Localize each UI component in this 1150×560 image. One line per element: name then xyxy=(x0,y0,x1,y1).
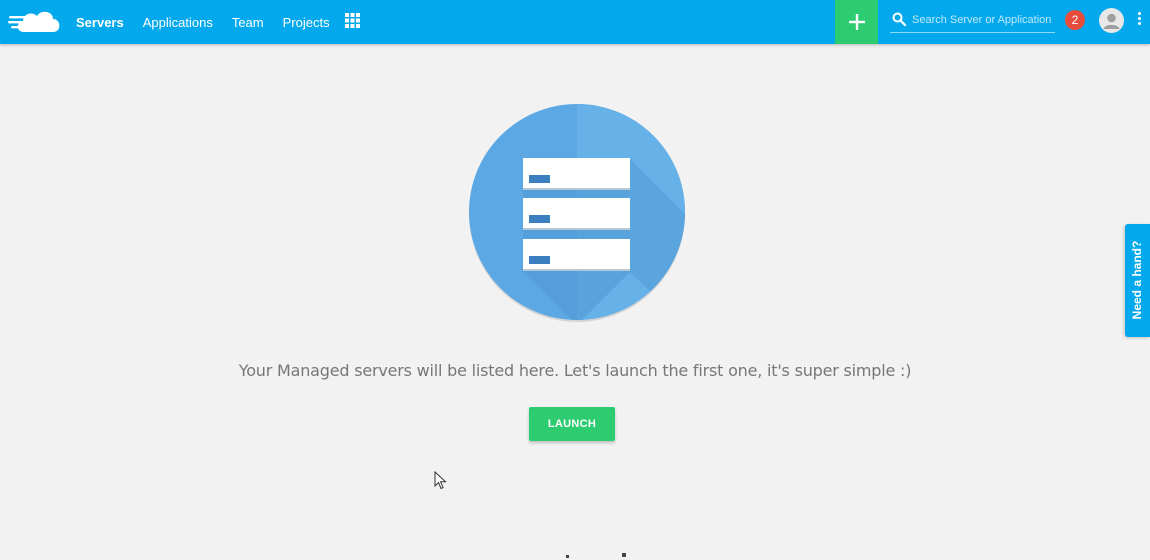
search-input[interactable] xyxy=(912,9,1052,31)
add-button[interactable] xyxy=(835,0,878,44)
kebab-menu-icon[interactable] xyxy=(1135,12,1143,30)
nav-applications[interactable]: Applications xyxy=(143,15,213,30)
main-nav: Servers Applications Team Projects xyxy=(76,0,349,44)
grid-icon[interactable] xyxy=(345,13,360,28)
need-a-hand-tab[interactable]: Need a hand? xyxy=(1125,224,1150,337)
nav-projects[interactable]: Projects xyxy=(283,15,330,30)
launch-button[interactable]: LAUNCH xyxy=(529,407,615,441)
mouse-cursor-icon xyxy=(434,471,447,490)
empty-state-message: Your Managed servers will be listed here… xyxy=(238,361,912,380)
help-tab-label: Need a hand? xyxy=(1130,240,1144,320)
server-stack-icon xyxy=(469,104,685,322)
plus-icon xyxy=(848,14,865,30)
nav-servers[interactable]: Servers xyxy=(76,15,124,30)
top-navigation-bar: Servers Applications Team Projects 2 xyxy=(0,0,1150,44)
search-icon xyxy=(892,12,906,26)
search-box xyxy=(890,9,1055,33)
partial-content-edge xyxy=(566,553,626,558)
cloud-logo-icon[interactable] xyxy=(8,6,62,36)
user-avatar-icon[interactable] xyxy=(1099,8,1124,33)
nav-team[interactable]: Team xyxy=(232,15,264,30)
notification-badge[interactable]: 2 xyxy=(1065,10,1085,30)
